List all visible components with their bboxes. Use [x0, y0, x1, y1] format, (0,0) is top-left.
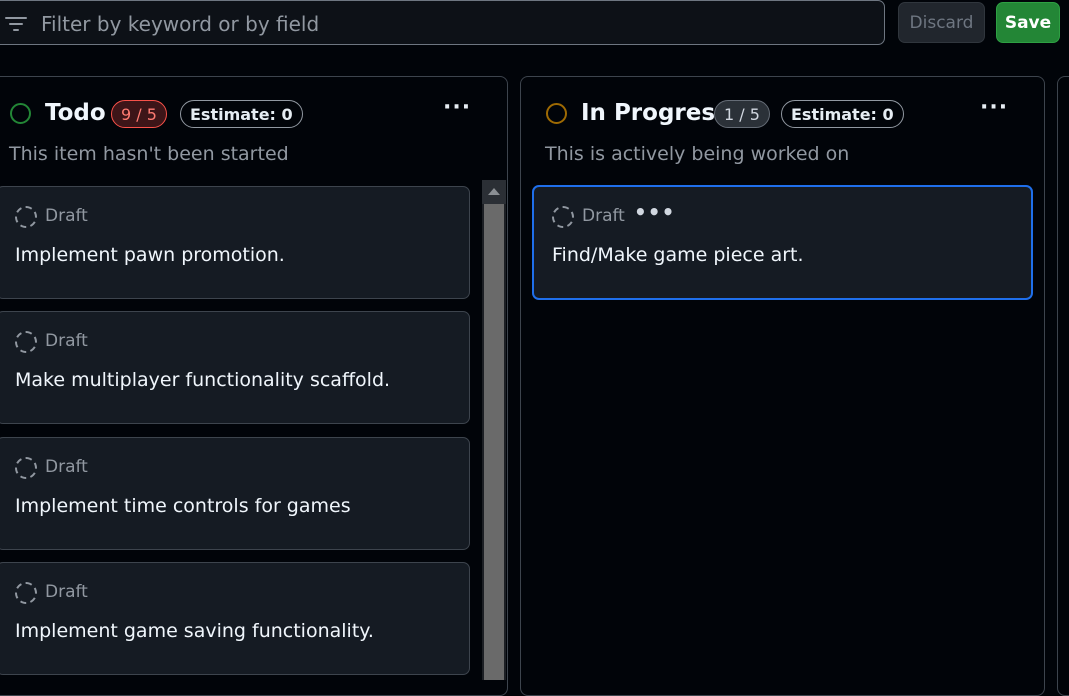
- draft-icon: [15, 331, 37, 353]
- column-menu-icon[interactable]: ···: [980, 95, 1008, 120]
- card-type-label: Draft: [45, 457, 88, 477]
- draft-icon: [15, 206, 37, 228]
- column-scrollbar[interactable]: [482, 180, 506, 680]
- card-item[interactable]: Draft Implement pawn promotion.: [0, 186, 470, 299]
- estimate-badge[interactable]: Estimate: 0: [781, 100, 904, 128]
- discard-button[interactable]: Discard: [898, 2, 985, 43]
- column-description: This is actively being worked on: [545, 143, 850, 165]
- card-title[interactable]: Implement game saving functionality.: [15, 620, 374, 642]
- save-button[interactable]: Save: [996, 2, 1060, 43]
- card-type-label: Draft: [45, 206, 88, 226]
- estimate-badge[interactable]: Estimate: 0: [180, 100, 303, 128]
- column-next-edge: [1057, 76, 1069, 696]
- draft-icon: [15, 582, 37, 604]
- status-circle-icon: [10, 103, 31, 124]
- filter-bar[interactable]: [0, 0, 885, 45]
- card-type-label: Draft: [582, 206, 625, 226]
- column-title: In Progress: [581, 100, 729, 126]
- status-circle-icon: [546, 103, 567, 124]
- column-in-progress: In Progress 1 / 5 Estimate: 0 ··· This i…: [520, 76, 1045, 696]
- card-type-label: Draft: [45, 331, 88, 351]
- card-item[interactable]: Draft Make multiplayer functionality sca…: [0, 311, 470, 424]
- card-title[interactable]: Implement time controls for games: [15, 495, 351, 517]
- card-item[interactable]: Draft Implement game saving functionalit…: [0, 562, 470, 675]
- draft-icon: [552, 206, 574, 228]
- scroll-thumb[interactable]: [484, 204, 504, 680]
- draft-icon: [15, 457, 37, 479]
- column-description: This item hasn't been started: [9, 143, 289, 165]
- scroll-up-arrow-icon[interactable]: [482, 180, 506, 204]
- item-count-badge: 1 / 5: [714, 100, 770, 128]
- card-menu-icon[interactable]: •••: [634, 200, 675, 224]
- filter-icon: [5, 15, 29, 33]
- column-title: Todo: [45, 100, 106, 126]
- card-title[interactable]: Implement pawn promotion.: [15, 244, 285, 266]
- card-type-label: Draft: [45, 582, 88, 602]
- card-title[interactable]: Make multiplayer functionality scaffold.: [15, 369, 390, 391]
- card-title[interactable]: Find/Make game piece art.: [552, 244, 804, 266]
- card-item-selected[interactable]: Draft ••• Find/Make game piece art.: [532, 185, 1033, 300]
- column-menu-icon[interactable]: ···: [443, 95, 471, 120]
- filter-input[interactable]: [39, 7, 863, 41]
- item-count-badge: 9 / 5: [111, 100, 167, 128]
- card-item[interactable]: Draft Implement time controls for games: [0, 437, 470, 550]
